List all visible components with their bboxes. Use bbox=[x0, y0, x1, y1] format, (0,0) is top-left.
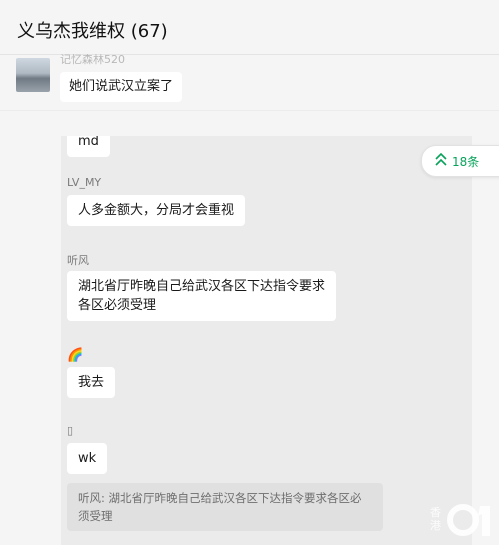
logo-icon bbox=[447, 504, 490, 536]
chat-title: 义乌杰我维权 (67) bbox=[17, 21, 168, 42]
message-bubble[interactable]: md bbox=[67, 136, 110, 157]
message-line: 各区必须受理 bbox=[78, 298, 157, 313]
sender-name: 记忆森林520 bbox=[60, 54, 125, 66]
forwarded-chat-panel: md LV_MY 人多金额大，分局才会重视 听风 湖北省厅昨晚自己给武汉各区下达… bbox=[61, 136, 472, 545]
sender-name: 听风 bbox=[67, 254, 89, 267]
avatar[interactable] bbox=[16, 58, 50, 92]
divider bbox=[0, 110, 499, 111]
sender-name: LV_MY bbox=[67, 176, 102, 189]
quoted-message[interactable]: 听风: 湖北省厅昨晚自己给武汉各区下达指令要求各区必须受理 bbox=[67, 483, 383, 531]
new-messages-count: 18条 bbox=[452, 155, 480, 169]
message-bubble[interactable]: 我去 bbox=[67, 367, 116, 398]
new-messages-button[interactable]: 18条 bbox=[421, 145, 499, 177]
message-line: 湖北省厅昨晚自己给武汉各区下达指令要求 bbox=[78, 279, 326, 294]
sender-name: 🌈 bbox=[67, 348, 84, 363]
sender-name: ▯ bbox=[67, 424, 74, 437]
watermark-logo: 香港 bbox=[430, 500, 494, 540]
message-bubble[interactable]: 她们说武汉立案了 bbox=[60, 72, 183, 102]
double-chevron-up-icon bbox=[435, 152, 447, 166]
chat-title-bar: 义乌杰我维权 (67) bbox=[0, 0, 499, 55]
watermark-text: 香港 bbox=[430, 506, 441, 532]
message-item-top: 记忆森林520 她们说武汉立案了 bbox=[0, 54, 499, 106]
message-bubble[interactable]: 湖北省厅昨晚自己给武汉各区下达指令要求 各区必须受理 bbox=[67, 271, 337, 321]
message-bubble[interactable]: wk bbox=[67, 443, 108, 474]
message-bubble[interactable]: 人多金额大，分局才会重视 bbox=[67, 195, 246, 226]
